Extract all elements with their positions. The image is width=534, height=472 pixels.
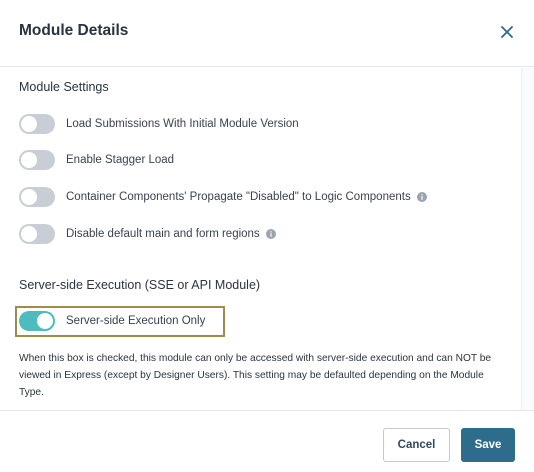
toggle-knob bbox=[21, 116, 37, 132]
propagate-disabled-label: Container Components' Propagate "Disable… bbox=[66, 191, 411, 203]
module-settings-heading: Module Settings bbox=[19, 80, 109, 94]
toggle-row-sse-only: Server-side Execution Only bbox=[19, 310, 205, 332]
stagger-load-toggle[interactable] bbox=[19, 150, 55, 170]
toggle-knob bbox=[21, 189, 37, 205]
cancel-button[interactable]: Cancel bbox=[383, 428, 450, 462]
dialog-title: Module Details bbox=[19, 22, 129, 39]
sse-help-text: When this box is checked, this module ca… bbox=[19, 353, 492, 398]
load-submissions-toggle[interactable] bbox=[19, 114, 55, 134]
scrollbar[interactable] bbox=[521, 68, 534, 410]
toggle-knob bbox=[21, 152, 37, 168]
dialog-header: Module Details bbox=[0, 0, 534, 67]
sse-heading: Server-side Execution (SSE or API Module… bbox=[19, 278, 261, 292]
dialog-footer: Cancel Save bbox=[0, 410, 534, 472]
info-icon[interactable] bbox=[416, 192, 427, 202]
load-submissions-label: Load Submissions With Initial Module Ver… bbox=[66, 118, 299, 130]
toggle-knob bbox=[21, 226, 37, 242]
close-icon[interactable] bbox=[498, 23, 516, 41]
toggle-row-stagger-load: Enable Stagger Load bbox=[19, 149, 174, 171]
sse-only-toggle[interactable] bbox=[19, 311, 55, 331]
disable-regions-toggle[interactable] bbox=[19, 224, 55, 244]
disable-regions-label: Disable default main and form regions bbox=[66, 228, 260, 240]
save-button[interactable]: Save bbox=[461, 428, 515, 462]
toggle-row-disable-regions: Disable default main and form regions bbox=[19, 223, 276, 245]
sse-only-label: Server-side Execution Only bbox=[66, 315, 206, 327]
info-icon[interactable] bbox=[265, 229, 276, 239]
toggle-knob bbox=[37, 313, 53, 329]
stagger-load-label: Enable Stagger Load bbox=[66, 154, 175, 166]
toggle-row-load-submissions: Load Submissions With Initial Module Ver… bbox=[19, 113, 299, 135]
toggle-row-propagate-disabled: Container Components' Propagate "Disable… bbox=[19, 186, 427, 208]
close-button[interactable] bbox=[498, 23, 516, 41]
propagate-disabled-toggle[interactable] bbox=[19, 187, 55, 207]
